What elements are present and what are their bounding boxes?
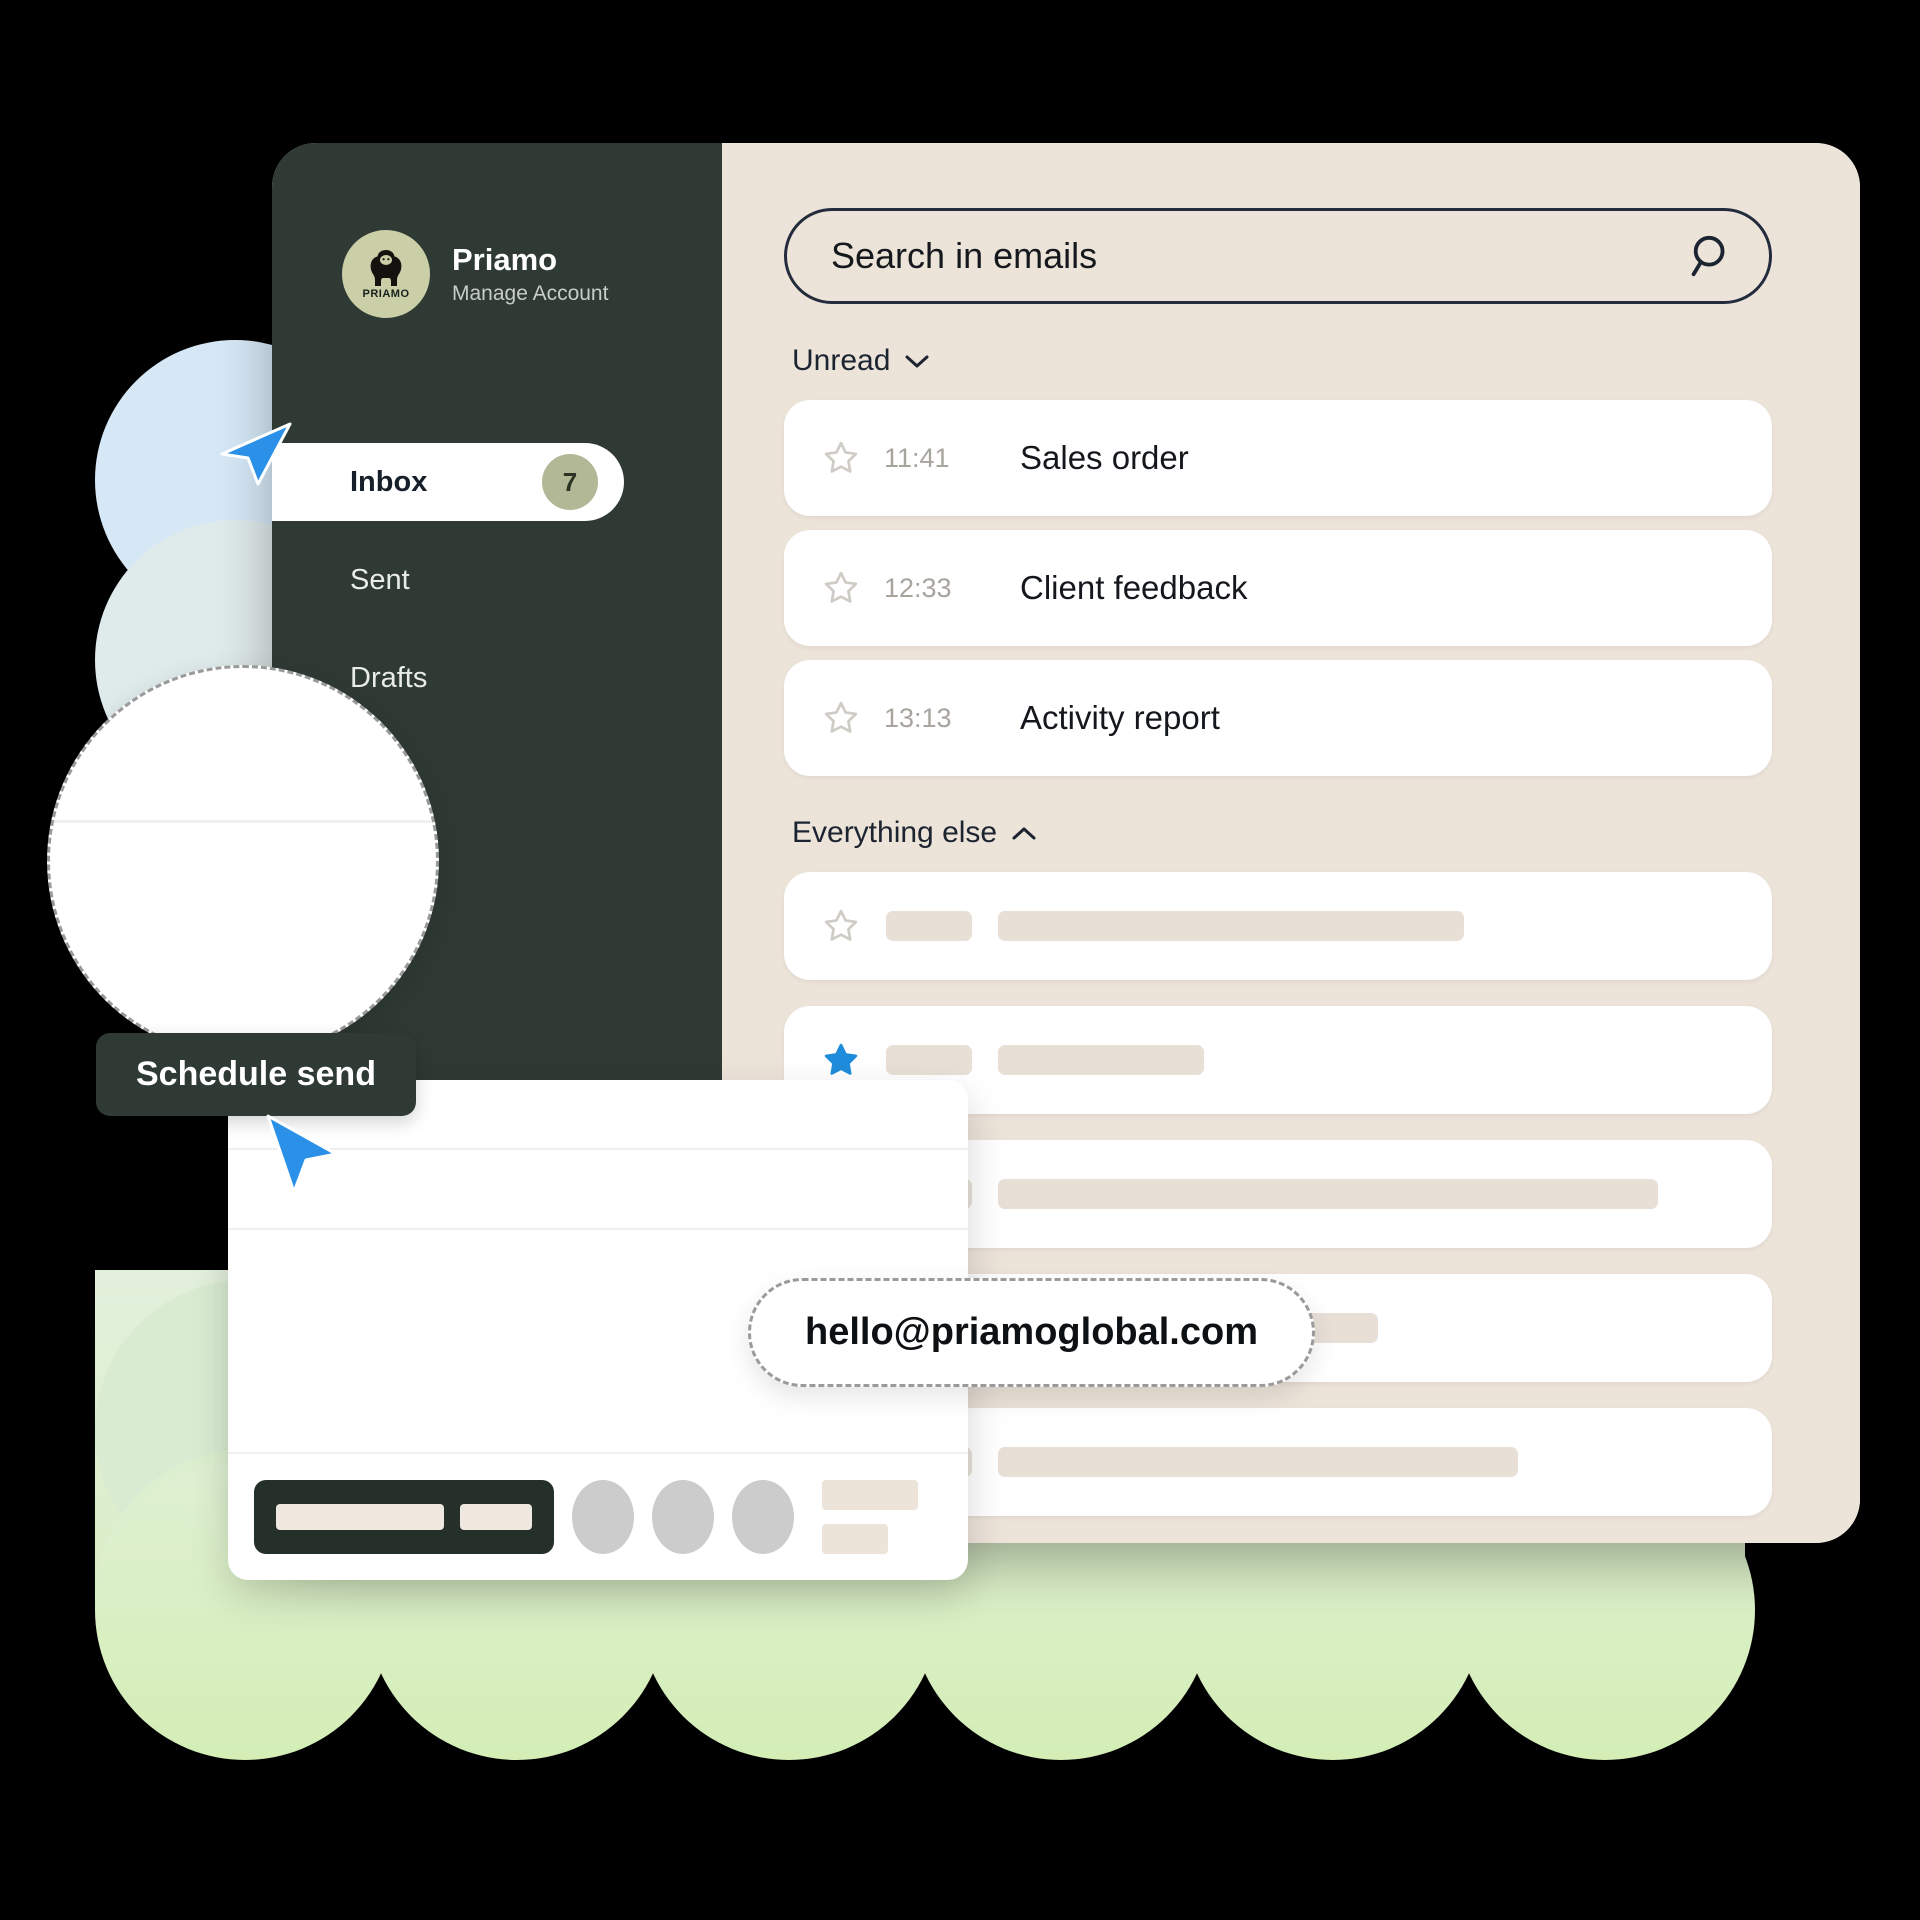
composer-toolbar [228, 1452, 968, 1580]
email-row-placeholder[interactable] [784, 872, 1772, 980]
email-time: 11:41 [884, 442, 950, 473]
chevron-up-icon[interactable] [1011, 825, 1037, 841]
placeholder-bar [822, 1480, 918, 1510]
composer-meta-placeholder [822, 1480, 918, 1554]
section-header-everything-else[interactable]: Everything else [792, 816, 1772, 850]
composer-field-divider-2 [228, 1228, 968, 1230]
email-address-pill[interactable]: hello@priamoglobal.com [748, 1278, 1315, 1387]
send-button[interactable] [254, 1480, 554, 1554]
sidebar-item-badge: 7 [542, 454, 598, 510]
email-row[interactable]: 13:13 Activity report [784, 660, 1772, 776]
send-button-label-placeholder [276, 1504, 445, 1530]
account-manage-link[interactable]: Manage Account [452, 282, 608, 306]
placeholder-bar [822, 1524, 888, 1554]
search-icon[interactable] [1689, 233, 1735, 279]
star-outline-icon[interactable] [822, 569, 860, 607]
sidebar-item-label: Drafts [350, 661, 428, 694]
cursor-pointer-inbox [220, 422, 292, 486]
cursor-pointer-schedule-send [266, 1114, 338, 1194]
screenshot-root: Search in emails Unread 11:41 Sales order… [0, 0, 1920, 1920]
email-time-placeholder [886, 1045, 972, 1075]
avatar[interactable] [732, 1480, 794, 1554]
email-row[interactable]: 12:33 Client feedback [784, 530, 1772, 646]
search-placeholder: Search in emails [831, 235, 1098, 276]
search-input[interactable]: Search in emails [784, 208, 1772, 304]
chevron-down-icon[interactable] [904, 353, 930, 369]
star-outline-icon[interactable] [822, 699, 860, 737]
email-time: 12:33 [884, 572, 952, 603]
account-block[interactable]: PRIAMO Priamo Manage Account [342, 230, 608, 318]
star-outline-icon[interactable] [822, 439, 860, 477]
account-text: Priamo Manage Account [452, 242, 608, 306]
section-label-everything-else: Everything else [792, 816, 998, 849]
email-subject: Client feedback [1020, 569, 1248, 606]
sidebar-item-label: Sent [350, 563, 410, 596]
magnifier-bubble [47, 665, 439, 1057]
email-row[interactable]: 11:41 Sales order [784, 400, 1772, 516]
email-time: 13:13 [884, 702, 952, 733]
account-name: Priamo [452, 242, 558, 278]
sidebar-item-label: Inbox [350, 465, 428, 498]
email-subject-placeholder [998, 1179, 1658, 1209]
star-outline-icon[interactable] [822, 907, 860, 945]
send-button-caret-placeholder [460, 1504, 532, 1530]
logo-wordmark: PRIAMO [362, 288, 410, 300]
email-subject-placeholder [998, 1045, 1204, 1075]
magnifier-divider [50, 820, 436, 823]
avatar[interactable] [572, 1480, 634, 1554]
email-subject: Activity report [1020, 699, 1220, 736]
sidebar-item-inbox[interactable]: Inbox 7 [272, 443, 624, 521]
section-label-unread: Unread [792, 344, 891, 377]
email-time-placeholder [886, 911, 972, 941]
gorilla-logo-icon [370, 250, 402, 286]
schedule-send-tooltip[interactable]: Schedule send [96, 1033, 416, 1116]
email-subject-placeholder [998, 1447, 1518, 1477]
unread-email-list: 11:41 Sales order 12:33 Client feedback 13:1… [784, 400, 1772, 776]
sidebar-item-sent[interactable]: Sent [272, 541, 722, 619]
email-subject-placeholder [998, 911, 1464, 941]
avatar: PRIAMO [342, 230, 430, 318]
section-header-unread[interactable]: Unread [792, 344, 1772, 378]
star-filled-icon[interactable] [822, 1041, 860, 1079]
email-subject: Sales order [1020, 439, 1189, 476]
avatar[interactable] [652, 1480, 714, 1554]
